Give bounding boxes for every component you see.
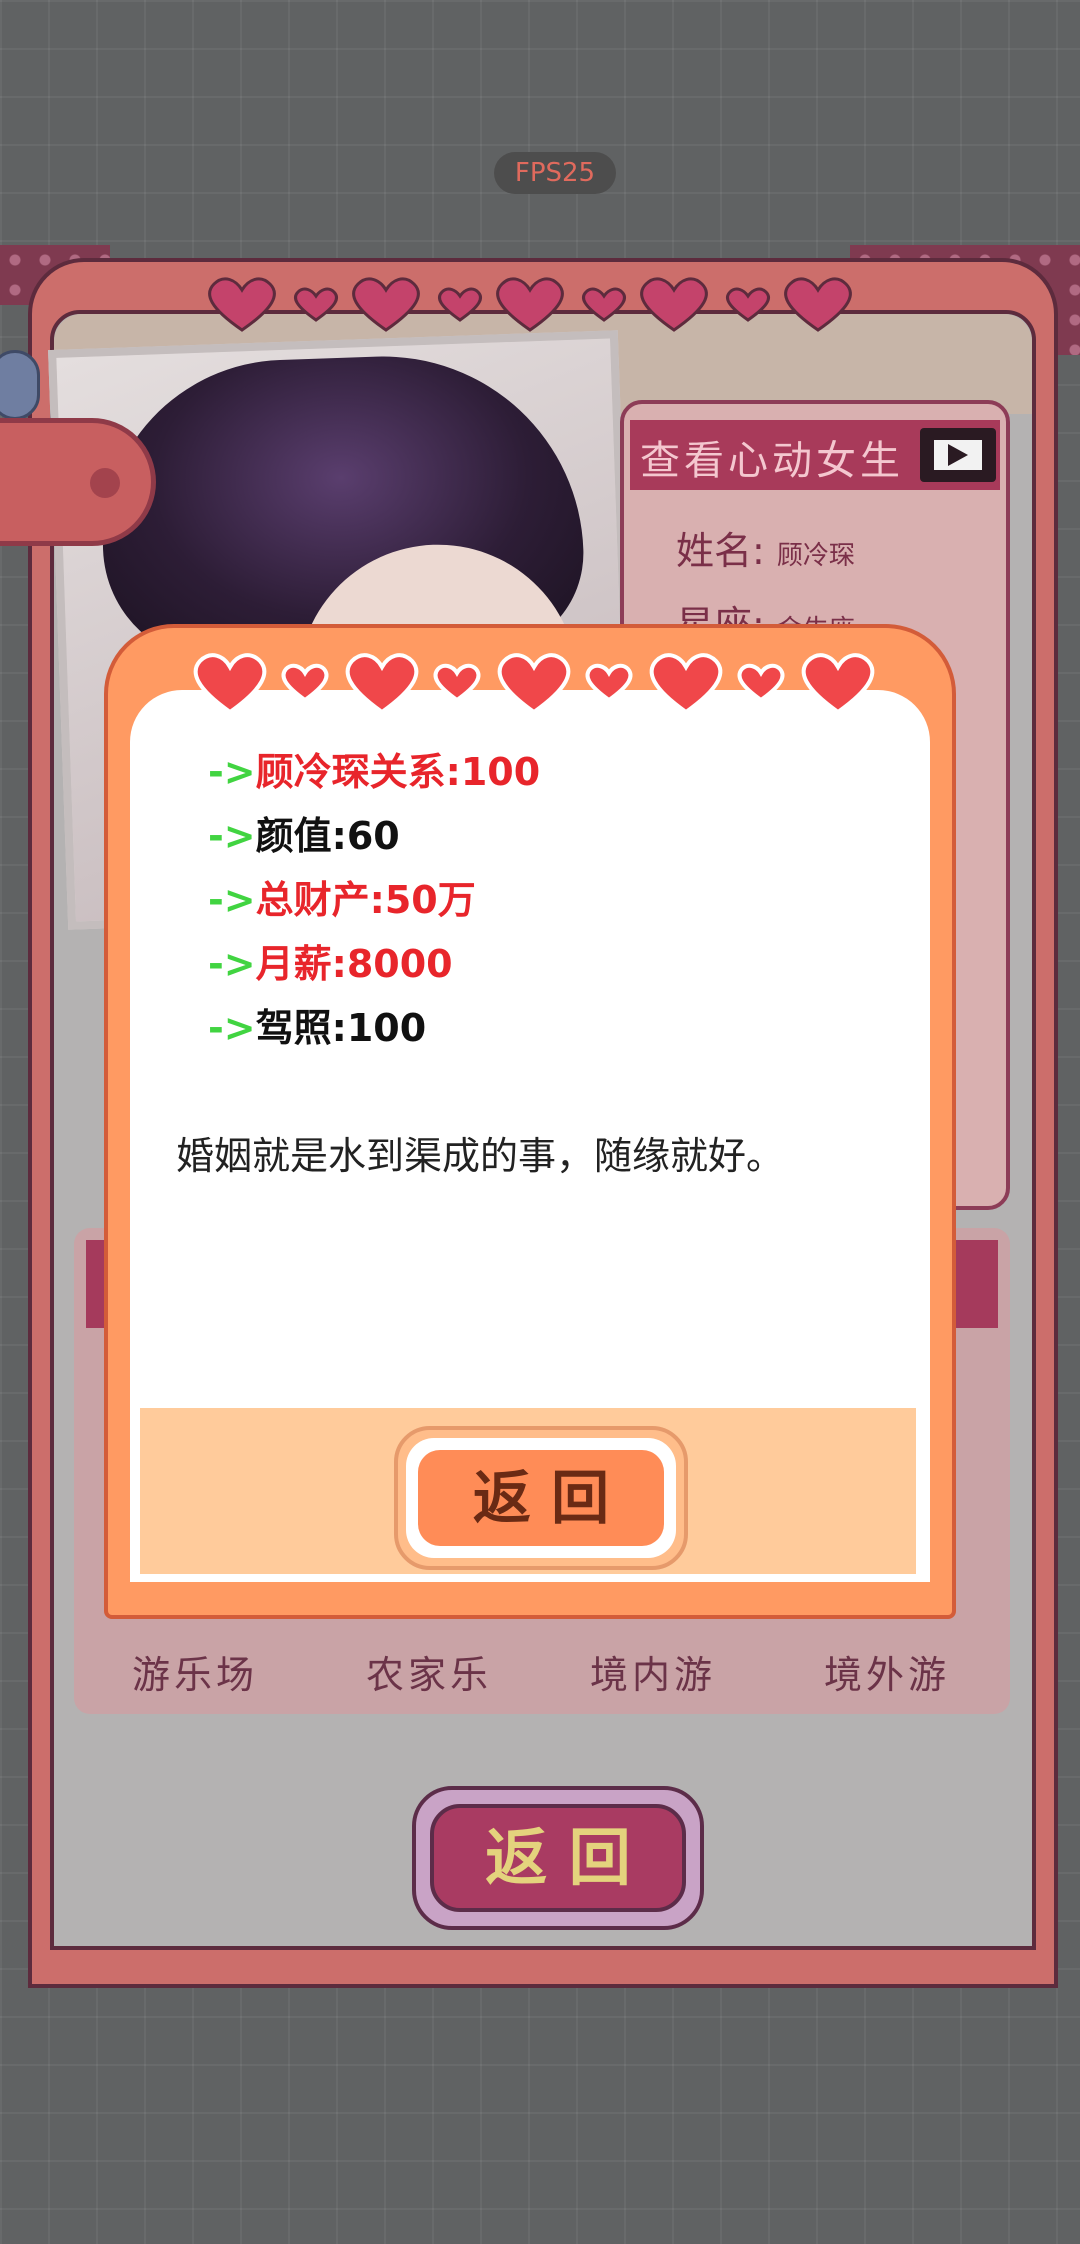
heart-icon bbox=[433, 663, 481, 703]
arrow-icon: -> bbox=[208, 942, 256, 986]
side-tab-button[interactable] bbox=[0, 418, 156, 546]
heart-icon bbox=[281, 663, 329, 703]
arrow-icon: -> bbox=[208, 750, 256, 794]
destination-farm-stay[interactable]: 农家乐 bbox=[366, 1644, 492, 1699]
heart-icon bbox=[497, 653, 571, 715]
bottom-return-button[interactable]: 返 回 bbox=[430, 1804, 686, 1912]
side-tab-dot-icon bbox=[90, 468, 120, 498]
stat-looks: ->颜值:60 bbox=[208, 804, 400, 868]
stat-label: 驾照:100 bbox=[255, 1006, 427, 1050]
stat-label: 顾冷琛关系:100 bbox=[255, 750, 541, 794]
arrow-icon: -> bbox=[208, 878, 256, 922]
stat-label: 总财产:50万 bbox=[255, 878, 476, 922]
heart-icon bbox=[585, 663, 633, 703]
name-value: 顾冷琛 bbox=[776, 541, 855, 571]
heart-icon bbox=[649, 653, 723, 715]
heart-icon bbox=[640, 277, 708, 332]
stat-label: 月薪:8000 bbox=[255, 942, 453, 986]
arrow-icon: -> bbox=[208, 814, 256, 858]
name-row: 姓名: 顾冷琛 bbox=[676, 520, 855, 575]
side-badge-icon[interactable] bbox=[0, 350, 40, 420]
hearts-row-top bbox=[208, 277, 852, 332]
heart-icon bbox=[352, 277, 420, 332]
arrow-icon: -> bbox=[208, 1006, 256, 1050]
heart-icon bbox=[345, 653, 419, 715]
heart-icon bbox=[801, 653, 875, 715]
stat-relationship: ->顾冷琛关系:100 bbox=[208, 740, 540, 804]
hearts-row-modal bbox=[193, 653, 875, 715]
heart-icon bbox=[725, 287, 771, 322]
modal-return-button[interactable]: 返 回 bbox=[418, 1450, 664, 1546]
name-label: 姓名: bbox=[676, 529, 765, 573]
heart-icon bbox=[737, 663, 785, 703]
info-header-title: 查看心动女生 bbox=[640, 438, 904, 484]
stat-monthly-salary: ->月薪:8000 bbox=[208, 932, 453, 996]
character-quote: 婚姻就是水到渠成的事，随缘就好。 bbox=[176, 1134, 785, 1178]
heart-icon bbox=[193, 653, 267, 715]
destination-domestic-trip[interactable]: 境内游 bbox=[590, 1644, 716, 1699]
heart-icon bbox=[784, 277, 852, 332]
stat-label: 颜值:60 bbox=[255, 814, 400, 858]
destination-amusement-park[interactable]: 游乐场 bbox=[132, 1644, 258, 1699]
heart-icon bbox=[581, 287, 627, 322]
heart-icon bbox=[496, 277, 564, 332]
heart-icon bbox=[208, 277, 276, 332]
fps-counter: FPS25 bbox=[494, 152, 616, 194]
heart-icon bbox=[437, 287, 483, 322]
stat-drivers-license: ->驾照:100 bbox=[208, 996, 426, 1060]
destination-overseas-trip[interactable]: 境外游 bbox=[824, 1644, 950, 1699]
stat-total-assets: ->总财产:50万 bbox=[208, 868, 476, 932]
heart-icon bbox=[293, 287, 339, 322]
